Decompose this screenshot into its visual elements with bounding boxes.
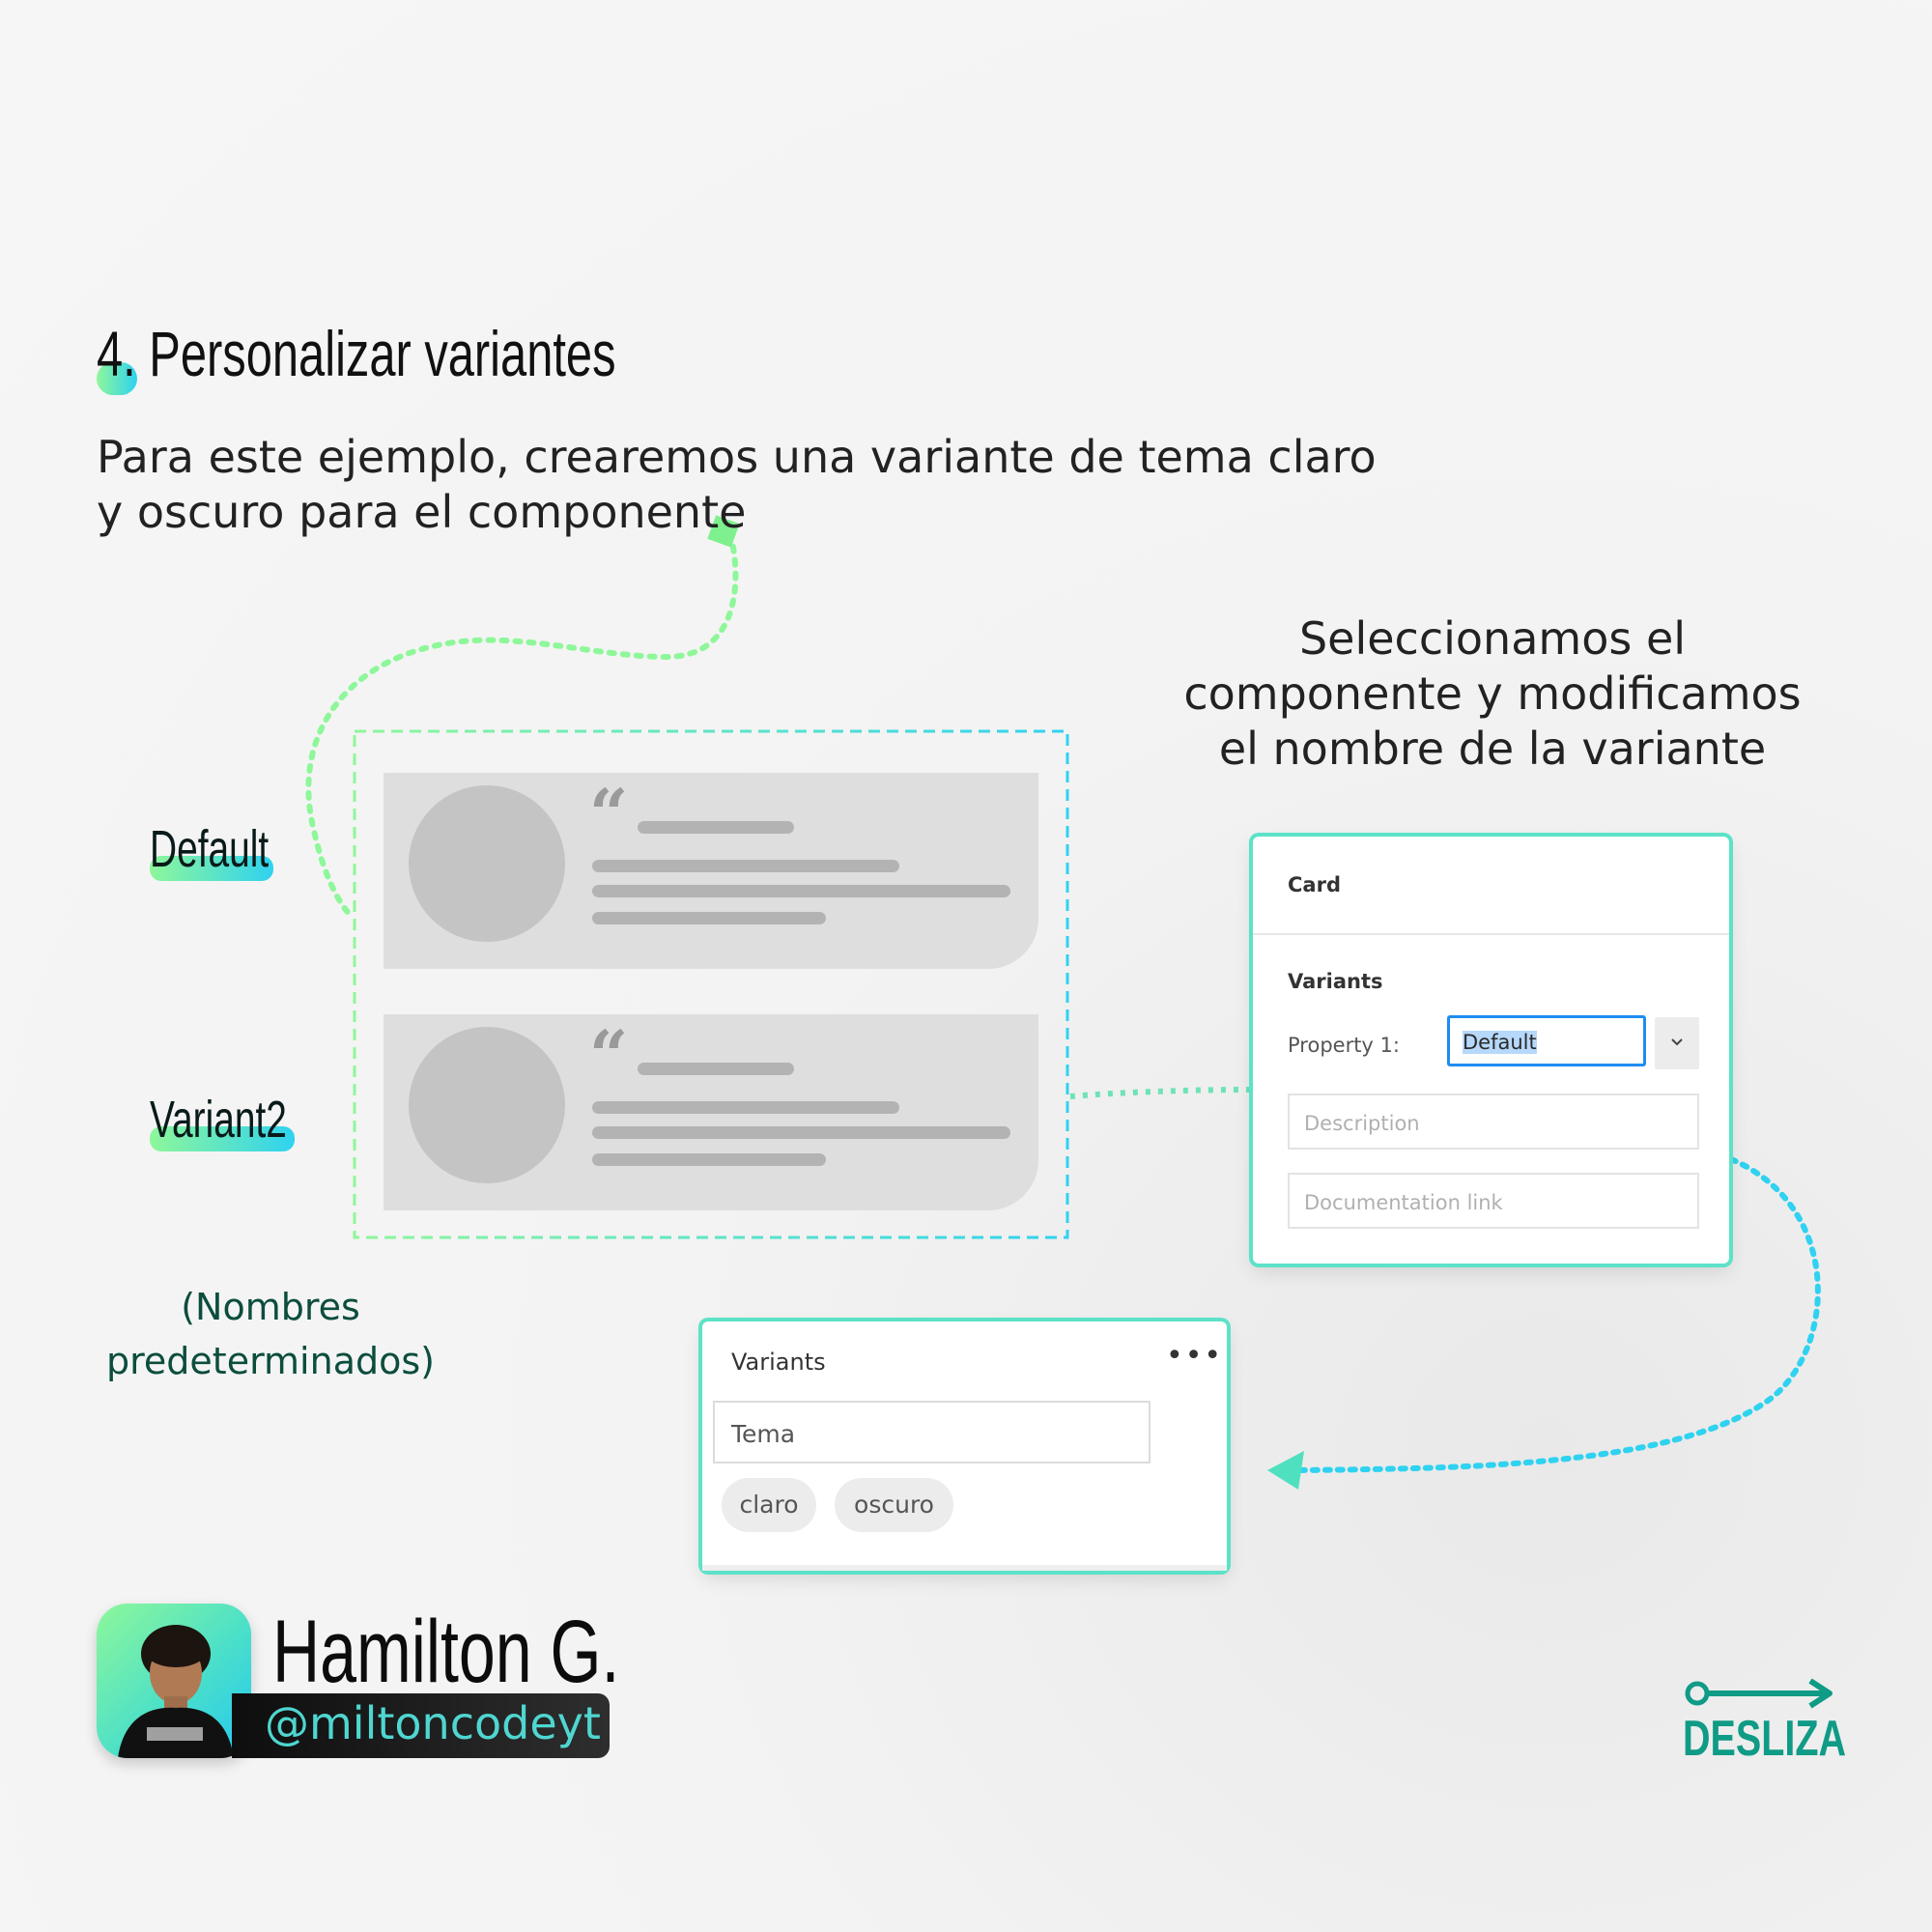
quote-icon: “	[589, 1015, 629, 1095]
variants-section-title: Variants	[1288, 970, 1383, 993]
card-line	[592, 860, 899, 872]
profile-name: Hamilton G.	[272, 1603, 620, 1701]
quote-icon: “	[589, 774, 629, 854]
property-name-value: Tema	[731, 1420, 796, 1448]
card-line	[592, 1101, 899, 1114]
card-line	[592, 912, 826, 924]
variant-chip-oscuro[interactable]: oscuro	[835, 1478, 953, 1532]
card-line	[638, 821, 794, 834]
property-value-input[interactable]: Default	[1447, 1015, 1646, 1066]
title-number: 4.	[97, 318, 136, 389]
panel-bottom-bar	[702, 1565, 1227, 1571]
card-variant-2[interactable]: “	[384, 1014, 1038, 1210]
person-photo-icon	[118, 1625, 234, 1758]
more-options-icon[interactable]: •••	[1166, 1339, 1223, 1373]
card-line	[638, 1063, 794, 1075]
variant-label-variant2: Variant2	[150, 1091, 287, 1149]
card-line	[592, 885, 1010, 897]
page-title: 4. Personalizar variantes	[97, 317, 616, 390]
description-placeholder: Description	[1304, 1112, 1420, 1135]
default-names-note: (Nombres predeterminados)	[106, 1286, 435, 1382]
variants-panel-header: Variants	[731, 1349, 826, 1376]
dotted-connector-mid	[1069, 1087, 1253, 1099]
property-name-field[interactable]: Tema	[713, 1401, 1151, 1463]
profile-handle[interactable]: @miltoncodeyt	[265, 1697, 601, 1749]
right-note: Seleccionamos el componente y modificamo…	[1183, 612, 1802, 775]
card-variant-default[interactable]: “	[384, 773, 1038, 969]
property-label: Property 1:	[1288, 1034, 1400, 1057]
variant-chip-claro[interactable]: claro	[722, 1478, 816, 1532]
card-line	[592, 1153, 826, 1166]
property-value-selected-text: Default	[1463, 1031, 1537, 1054]
title-text: Personalizar variantes	[149, 318, 616, 389]
card-avatar	[409, 785, 565, 942]
chevron-down-icon	[1671, 1038, 1683, 1046]
divider	[1253, 933, 1729, 935]
properties-panel: Card Variants Property 1: Default Descri…	[1253, 837, 1729, 1264]
panel-header: Card	[1288, 873, 1341, 896]
variant-label-default: Default	[150, 820, 270, 878]
description-field[interactable]: Description	[1288, 1094, 1699, 1150]
documentation-link-field[interactable]: Documentation link	[1288, 1173, 1699, 1229]
card-line	[592, 1126, 1010, 1139]
documentation-link-placeholder: Documentation link	[1304, 1191, 1503, 1214]
property-dropdown-button[interactable]	[1655, 1017, 1699, 1069]
swipe-label[interactable]: DESLIZA	[1683, 1710, 1846, 1768]
profile-avatar	[97, 1604, 251, 1758]
card-avatar	[409, 1027, 565, 1183]
swipe-arrow-origin	[1685, 1681, 1710, 1706]
arrowhead	[1267, 1451, 1304, 1490]
intro-text: Para este ejemplo, crearemos una variant…	[97, 431, 1377, 538]
variants-panel: Variants ••• Tema claro oscuro	[702, 1321, 1227, 1571]
